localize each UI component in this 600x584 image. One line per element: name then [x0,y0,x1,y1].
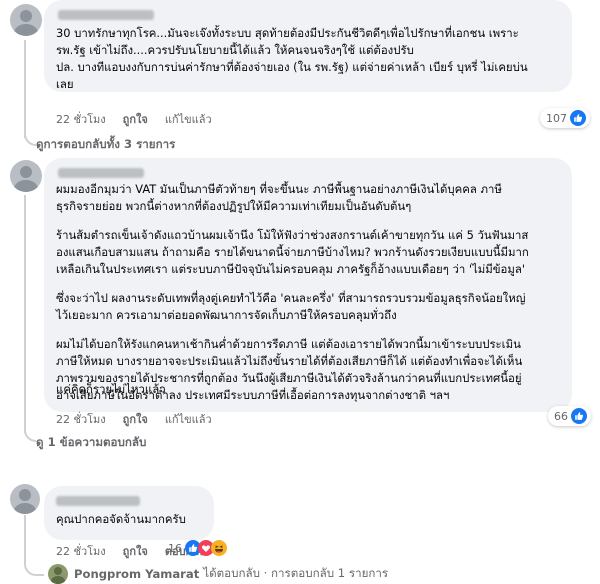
reaction-summary[interactable]: 66 [548,406,591,426]
reaction-count: 107 [546,111,567,125]
avatar[interactable] [10,484,40,514]
comment-text-line: เลย [56,77,74,91]
comment-timestamp[interactable]: 22 ชั่วโมง [56,542,106,560]
comment-text-line: แค่คิดก็รวยไม่ไหวแล้ว [56,382,166,396]
reaction-summary[interactable]: 16 [168,538,227,558]
reaction-count: 66 [554,409,568,423]
view-replies-label: ดู 1 ข้อความตอบกลับ [36,435,147,449]
reaction-summary[interactable]: 107 [540,108,590,128]
comment-timestamp[interactable]: 22 ชั่วโมง [56,410,106,428]
thread-line [24,515,26,561]
like-button[interactable]: ถูกใจ [123,110,148,128]
comment-text-line: ไว้เยอะมาก ควรเอามาต่อยอดพัฒนาการจัดเก็บ… [56,308,397,322]
comment-author[interactable] [58,10,154,20]
like-icon [571,408,587,424]
comment-text-line: ปล. บางทีแอบงงกับการบ่นค่ารักษาที่ต้องจ่… [56,60,528,74]
avatar[interactable] [10,160,42,192]
comment-bubble: ผมมองอีกมุมว่า VAT มันเป็นภาษีตัวท้ายๆ ท… [44,158,572,412]
thread-curve [24,424,36,442]
comment-actions: 22 ชั่วโมง ถูกใจ แก้ไขแล้ว [56,410,229,428]
reply-summary: ได้ตอบกลับ · การตอบกลับ 1 รายการ [203,566,389,580]
view-replies-link[interactable]: ดูการตอบกลับทั้ง 3 รายการ [36,136,175,154]
edited-label[interactable]: แก้ไขแล้ว [165,110,212,128]
like-button[interactable]: ถูกใจ [123,410,148,428]
avatar[interactable] [10,4,42,36]
comment-text-line: เหลือเกินในประเทศเรา แต่ระบบภาษีปัจจุบัน… [56,262,526,276]
comment-author[interactable] [56,496,140,506]
comment-bubble: คุณปากคอจัดจ้านมากครับ [44,486,214,540]
thread-curve [24,556,44,576]
like-button[interactable]: ถูกใจ [123,542,148,560]
comment-text-line: ธุรกิจรายย่อย พวกนี้ต่างหากที่ต้องปฏิรูป… [56,199,412,213]
thread-line [24,195,26,433]
comment-author[interactable] [58,168,144,178]
reaction-count: 16 [168,541,182,555]
reply-preview[interactable]: Pongprom Yamarat ได้ตอบกลับ · การตอบกลับ… [48,564,388,584]
thread-line [24,40,26,138]
comment-timestamp[interactable]: 22 ชั่วโมง [56,110,106,128]
comment-bubble: 30 บาทรักษาทุกโรค...มันจะเจ๊งทั้งระบบ สุ… [44,0,572,92]
reply-author[interactable]: Pongprom Yamarat [74,567,199,581]
comment-actions: 22 ชั่วโมง ถูกใจ แก้ไขแล้ว [56,110,229,128]
comment-text-line: คุณปากคอจัดจ้านมากครับ [56,512,186,526]
thread-curve [24,128,36,146]
avatar [48,564,68,584]
haha-icon [211,540,227,556]
edited-label[interactable]: แก้ไขแล้ว [165,410,212,428]
view-replies-label: ดูการตอบกลับทั้ง 3 รายการ [36,137,176,151]
like-icon [570,110,586,126]
view-replies-link[interactable]: ดู 1 ข้อความตอบกลับ [36,434,146,452]
